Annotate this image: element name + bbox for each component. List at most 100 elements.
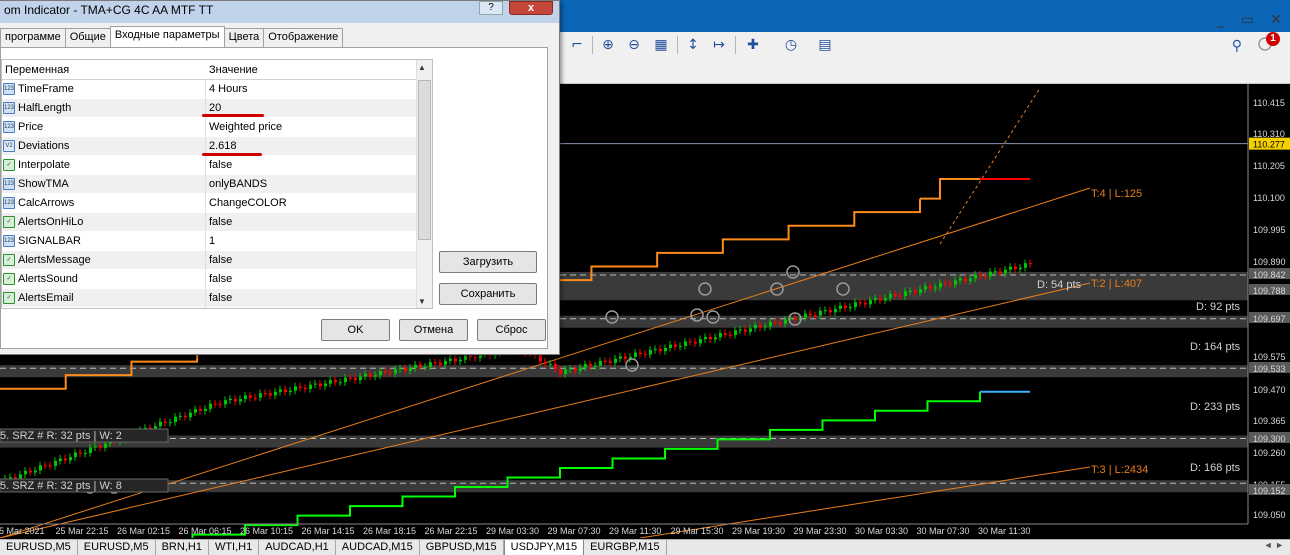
time-tick-label: 25 Mar 2021 (0, 526, 45, 536)
scroll-down-icon[interactable]: ▼ (418, 297, 426, 306)
candle-body (749, 328, 752, 332)
candle-body (424, 366, 427, 368)
table-row[interactable]: 123 CalcArrows ChangeCOLOR (2, 194, 432, 213)
candle-body (314, 383, 317, 385)
time-tick-label: 29 Mar 11:30 (609, 526, 661, 536)
search-icon[interactable]: ⚲ (1232, 38, 1242, 54)
table-row[interactable]: ✓ AlertsMessage false (2, 251, 432, 270)
window-controls: _ ▭ ✕ (1205, 12, 1282, 28)
candle-body (589, 364, 592, 367)
price-tick-label: 109.470 (1253, 385, 1286, 395)
candle-body (299, 386, 302, 388)
price-axis-bg (1248, 84, 1290, 538)
candle-body (454, 358, 457, 362)
candle-body (204, 408, 207, 411)
bool-type-icon: ✓ (3, 273, 15, 285)
chart-tab[interactable]: AUDCAD,H1 (259, 540, 336, 555)
periods-icon[interactable]: ◷ (781, 35, 801, 55)
candle-body (239, 398, 242, 402)
candle-body (889, 294, 892, 299)
candle-body (994, 271, 997, 273)
table-row[interactable]: 123 Price Weighted price (2, 118, 432, 137)
chart-tab[interactable]: WTI,H1 (209, 540, 260, 555)
cancel-button[interactable]: Отмена (399, 319, 468, 341)
time-tick-label: 26 Mar 10:15 (240, 526, 293, 536)
candle-body (664, 347, 667, 352)
autoscroll-icon[interactable]: ↕ (683, 35, 703, 55)
table-row[interactable]: 123 SIGNALBAR 1 (2, 232, 432, 251)
candle-body (79, 452, 82, 454)
candle-body (9, 477, 12, 479)
minimize-icon[interactable]: _ (1217, 12, 1224, 28)
param-value[interactable]: ChangeCOLOR (209, 194, 287, 213)
indicators-icon[interactable]: ✚ (743, 35, 763, 55)
chart-shift-icon[interactable]: ↦ (709, 35, 729, 55)
save-button[interactable]: Сохранить (439, 283, 537, 305)
notifications-icon[interactable]: 1 (1256, 32, 1280, 56)
param-value[interactable]: false (209, 251, 232, 270)
chart-tab[interactable]: EURGBP,M15 (584, 540, 667, 555)
time-tick-label: 26 Mar 14:15 (302, 526, 355, 536)
param-value[interactable]: Weighted price (209, 118, 282, 137)
ok-button[interactable]: OK (321, 319, 390, 341)
param-value[interactable]: 1 (209, 232, 215, 251)
param-name: SIGNALBAR (18, 235, 81, 247)
tab-inputs[interactable]: Входные параметры (109, 26, 225, 47)
candle-body (279, 389, 282, 392)
maximize-icon[interactable]: ▭ (1241, 12, 1254, 28)
candle-body (989, 271, 992, 277)
candle-body (769, 321, 772, 327)
time-tick-label: 26 Mar 02:15 (117, 526, 170, 536)
param-value[interactable]: false (209, 270, 232, 289)
candle-body (1009, 266, 1012, 270)
notification-badge: 1 (1266, 32, 1280, 46)
tab-scroll-arrows[interactable]: ◄ ► (1264, 540, 1284, 550)
tab-visualization[interactable]: Отображение (263, 28, 344, 47)
candle-body (794, 317, 797, 320)
chart-tab[interactable]: EURUSD,M5 (0, 540, 78, 555)
chart-tab[interactable]: BRN,H1 (156, 540, 209, 555)
param-value[interactable]: false (209, 289, 232, 308)
candle-body (399, 368, 402, 370)
load-button[interactable]: Загрузить (439, 251, 537, 273)
table-row[interactable]: 123 TimeFrame 4 Hours (2, 80, 432, 99)
chart-tab[interactable]: GBPUSD,M15 (420, 540, 504, 555)
chart-tab[interactable]: USDJPY,M15 (503, 540, 585, 555)
candle-body (884, 298, 887, 301)
tab-common[interactable]: Общие (64, 28, 111, 47)
tab-colors[interactable]: Цвета (223, 28, 265, 47)
table-row[interactable]: ✓ AlertsSound false (2, 270, 432, 289)
table-row[interactable]: ✓ Interpolate false (2, 156, 432, 175)
column-variable[interactable]: Переменная (5, 60, 69, 80)
scrollbar-thumb[interactable] (418, 80, 431, 240)
param-value[interactable]: onlyBANDS (209, 175, 267, 194)
param-value[interactable]: false (209, 213, 232, 232)
reset-button[interactable]: Сброс (477, 319, 546, 341)
param-value[interactable]: 4 Hours (209, 80, 248, 99)
column-value[interactable]: Значение (209, 60, 258, 80)
double-type-icon: V2 (3, 140, 15, 152)
help-button[interactable]: ? (479, 1, 503, 15)
close-window-icon[interactable]: ✕ (1270, 12, 1282, 28)
close-button[interactable]: x (509, 1, 553, 15)
candle-body (639, 352, 642, 355)
candle-body (244, 395, 247, 399)
candle-body (984, 276, 987, 278)
table-row[interactable]: ✓ AlertsOnHiLo false (2, 213, 432, 232)
tab-about[interactable]: программе (0, 28, 66, 47)
candle-body (959, 278, 962, 281)
templates-icon[interactable]: ▤ (815, 35, 835, 55)
zoom-out-icon[interactable]: ⊖ (624, 35, 644, 55)
candle-body (549, 363, 552, 365)
chart-tab[interactable]: AUDCAD,M15 (336, 540, 420, 555)
tile-windows-icon[interactable]: ▦ (651, 35, 671, 55)
candle-body (624, 356, 627, 359)
table-row[interactable]: 123 ShowTMA onlyBANDS (2, 175, 432, 194)
table-row[interactable]: ✓ AlertsEmail false (2, 289, 432, 308)
chart-tab[interactable]: EURUSD,M5 (78, 540, 156, 555)
zoom-in-icon[interactable]: ⊕ (598, 35, 618, 55)
param-value[interactable]: false (209, 156, 232, 175)
scroll-up-icon[interactable]: ▲ (418, 63, 426, 72)
param-name: Price (18, 121, 44, 133)
period-icon[interactable]: ⌐ (567, 35, 587, 55)
